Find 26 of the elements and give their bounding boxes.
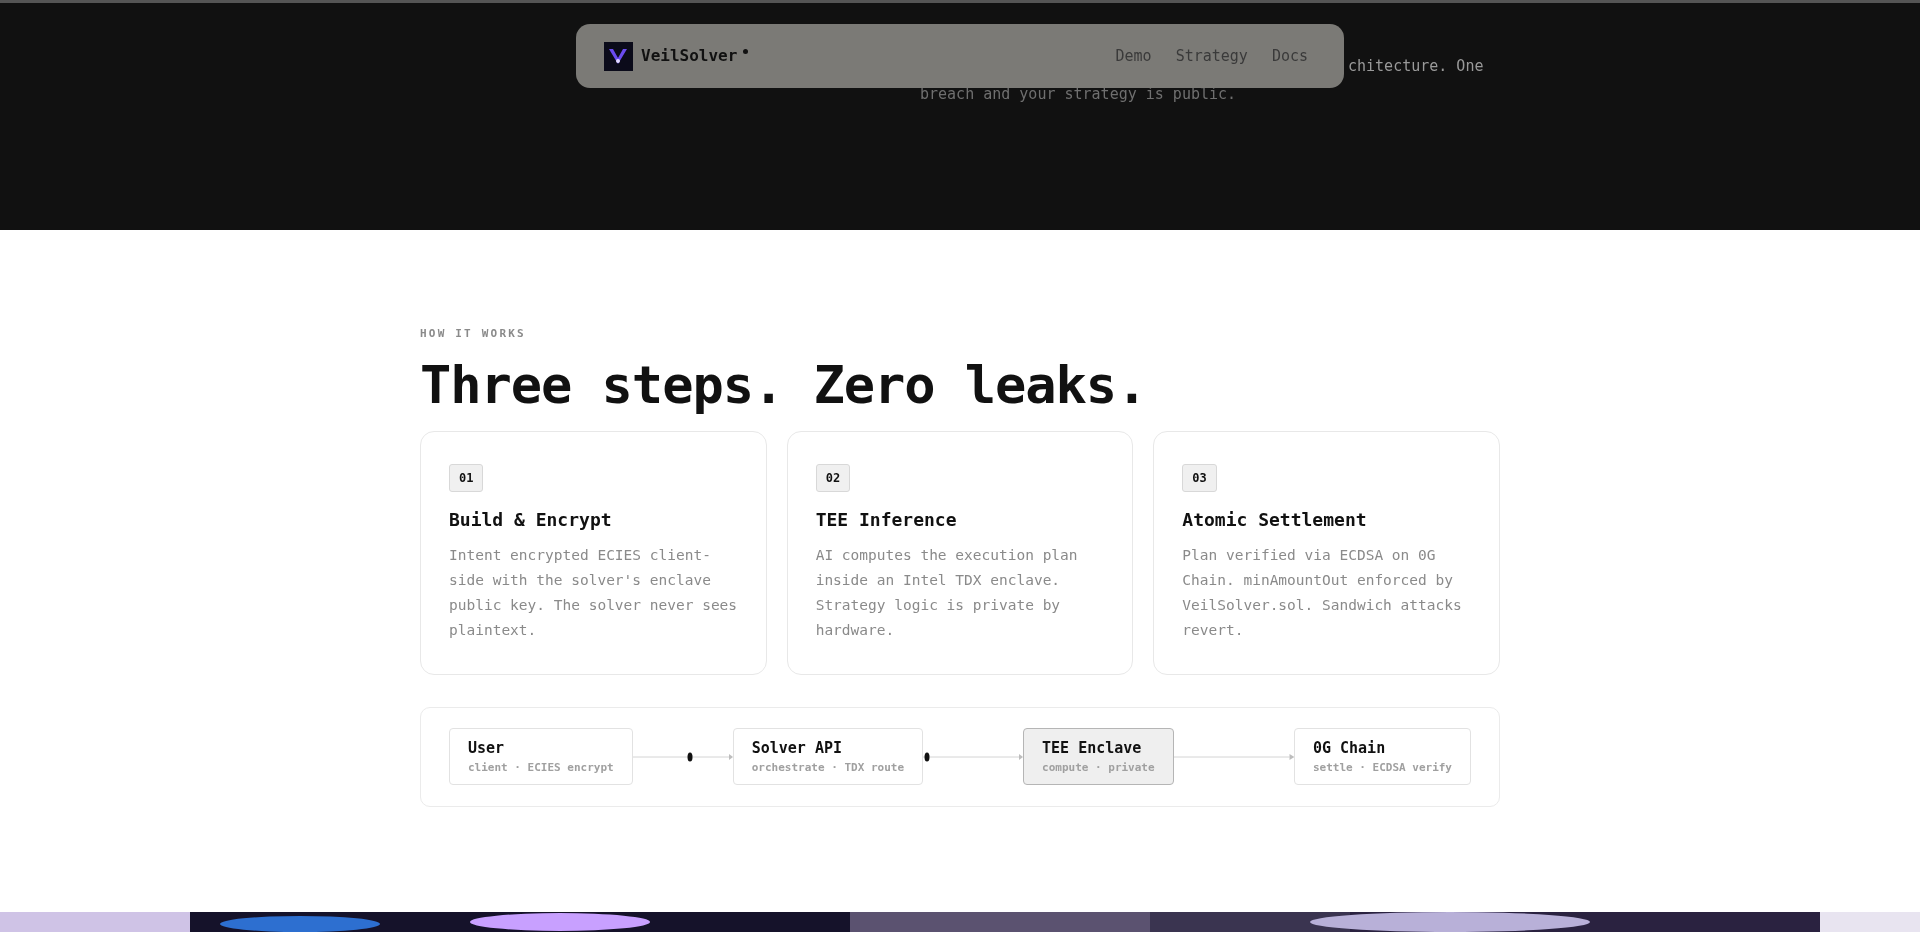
brand-name[interactable]: VeilSolver xyxy=(641,44,738,68)
step-title: Atomic Settlement xyxy=(1182,507,1368,532)
nav-link[interactable]: Strategy xyxy=(1175,44,1248,68)
section-eyebrow: HOW IT WORKS xyxy=(420,326,527,342)
step-description: AI computes the execution plan inside an Intel TDX enclave. Strategy logic is private by hardware. xyxy=(815,545,1079,640)
node-subtitle: orchestrate · TDX route xyxy=(751,759,905,776)
node-subtitle: compute · private xyxy=(1042,759,1155,776)
nav-link[interactable]: Demo xyxy=(1115,44,1152,68)
step-number: 03 xyxy=(1182,463,1217,492)
step-number: 02 xyxy=(815,463,851,492)
step-number: 01 xyxy=(449,463,484,492)
node-title: 0G Chain xyxy=(1312,738,1387,759)
section-title: Three steps. Zero leaks. xyxy=(420,353,1148,417)
node-subtitle: client · ECIES encrypt xyxy=(468,759,614,776)
logo-icon xyxy=(604,41,633,71)
node-title: TEE Enclave xyxy=(1042,738,1143,759)
hero-text: chitecture. One xyxy=(1348,56,1484,77)
step-title: Build & Encrypt xyxy=(449,507,613,532)
node-title: Solver API xyxy=(751,738,843,759)
step-description: Plan verified via ECDSA on 0G Chain. minAmountOut enforced by VeilSolver.sol. Sandwich attacks revert. xyxy=(1182,545,1463,640)
nav-link[interactable]: Docs xyxy=(1271,44,1308,68)
node-subtitle: settle · ECDSA verify xyxy=(1312,759,1452,776)
step-description: Intent encrypted ECIES client-side with the solver's enclave public key. The solver never sees plaintext. xyxy=(449,545,738,640)
hero-text: breach and your strategy is public. xyxy=(920,84,1237,105)
step-title: TEE Inference xyxy=(815,507,958,532)
node-title: User xyxy=(468,738,506,759)
